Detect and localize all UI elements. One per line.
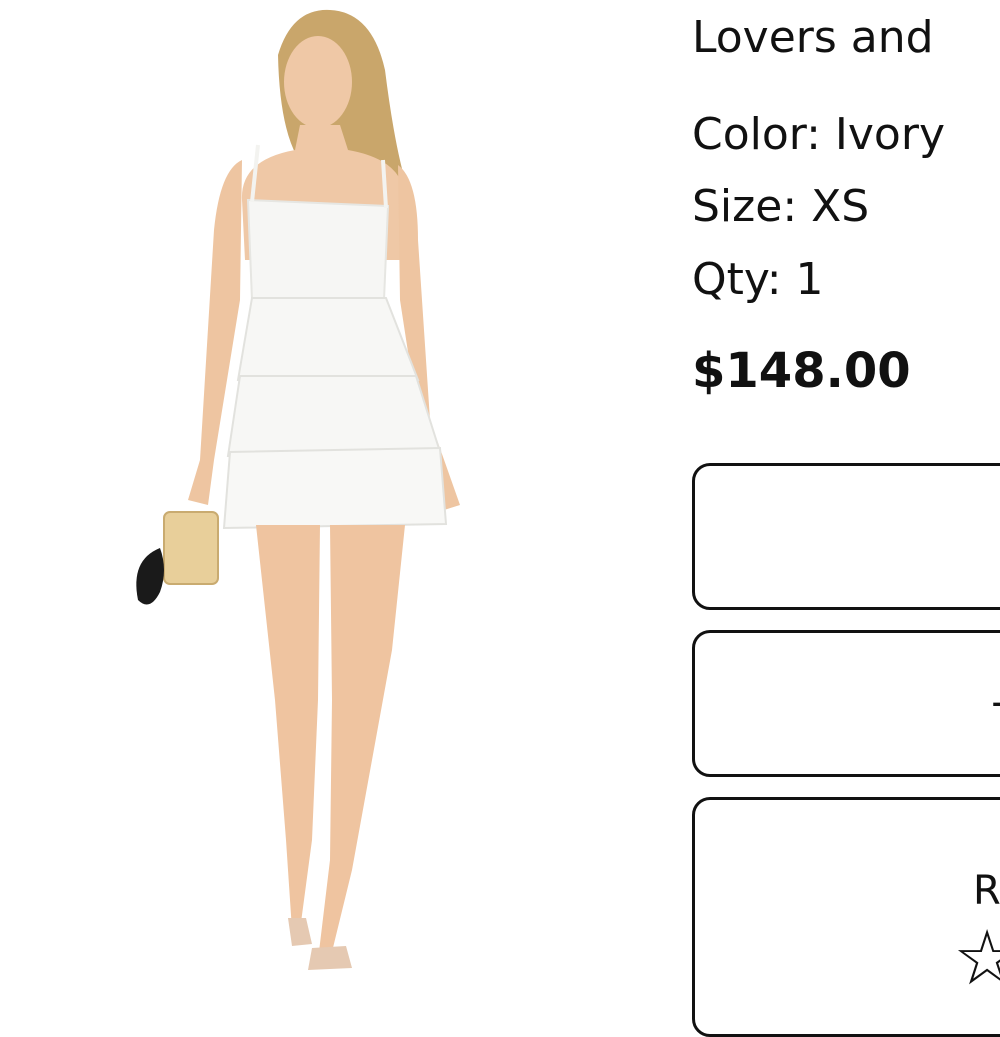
review-button-label: R [973, 868, 1000, 914]
product-title: Lovers and [692, 12, 934, 63]
model-right-leg [318, 525, 405, 960]
action-button-2-label: + [989, 681, 1000, 727]
model-face [284, 36, 352, 128]
handbag [163, 511, 219, 585]
product-quantity: Qty: 1 [692, 254, 824, 305]
dress-tier-1 [236, 297, 420, 381]
model-shoe-left [288, 918, 312, 946]
product-price: $148.00 [692, 343, 911, 399]
model-shoe-right [308, 946, 352, 970]
review-button[interactable]: R ☆ [692, 797, 1000, 1037]
model-left-leg [256, 525, 320, 930]
action-button-1[interactable] [692, 463, 1000, 610]
action-button-2[interactable]: + [692, 630, 1000, 777]
dress-bodice [246, 198, 390, 301]
product-size: Size: XS [692, 181, 870, 232]
dress-tier-3 [222, 446, 448, 530]
product-color: Color: Ivory [692, 109, 945, 160]
handbag-strap [136, 548, 164, 605]
star-outline-icon: ☆ [953, 913, 1000, 1002]
product-image[interactable] [0, 0, 640, 1000]
dress-tier-2 [226, 375, 442, 458]
